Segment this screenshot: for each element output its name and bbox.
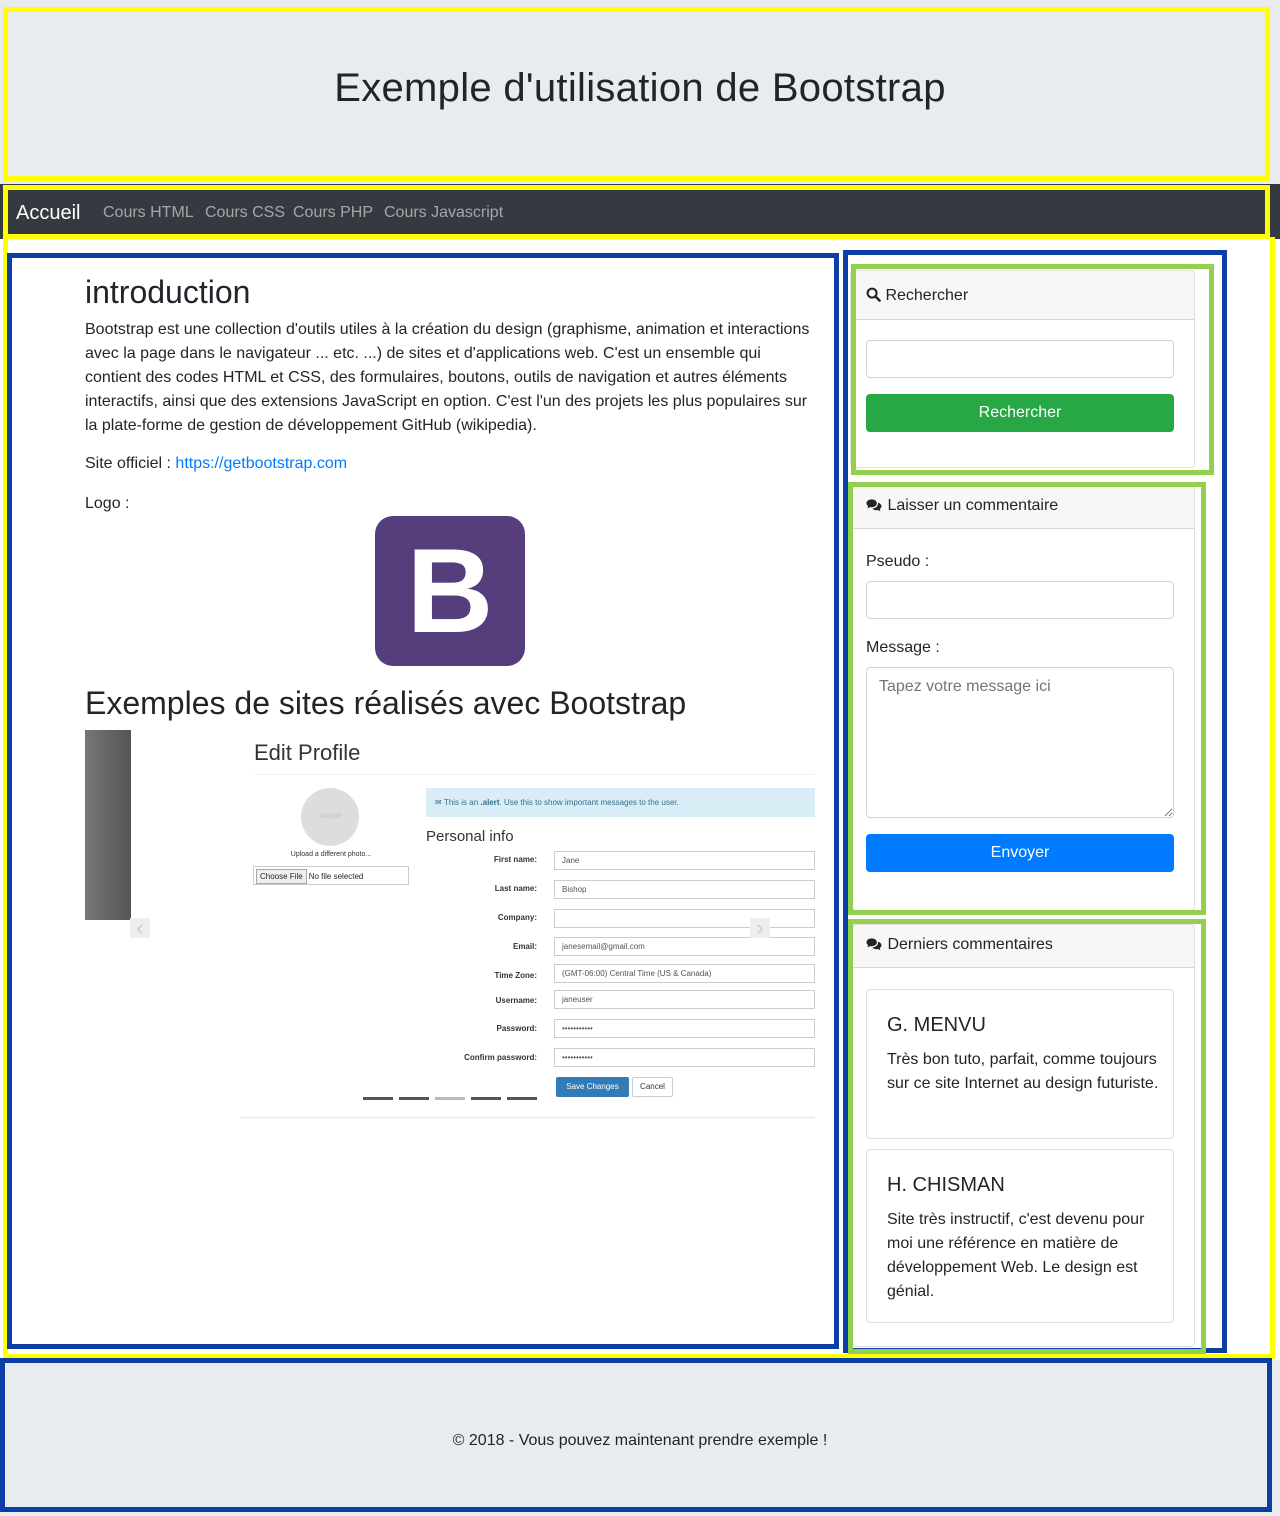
slide-personal-info-heading: Personal info xyxy=(426,828,514,845)
annotation-frame-search xyxy=(851,264,1214,475)
examples-heading: Exemples de sites réalisés avec Bootstra… xyxy=(85,685,687,721)
slide-field-label: Password: xyxy=(496,1024,537,1033)
intro-paragraph: Bootstrap est une collection d'outils ut… xyxy=(85,321,810,434)
annotation-frame-recent-comments xyxy=(848,919,1206,1354)
slide-field-value: ••••••••••• xyxy=(554,1048,815,1067)
slide-file-input: Choose File No file selected xyxy=(253,866,409,885)
slide-file-status: No file selected xyxy=(308,872,364,881)
carousel-previous-slide-edge xyxy=(85,730,131,920)
intro-heading: introduction xyxy=(85,274,251,310)
slide-bottom-edge xyxy=(240,1116,815,1119)
slide-field-value: ••••••••••• xyxy=(554,1019,815,1038)
slide-alert-strong: .alert xyxy=(480,798,500,807)
slide-field-value: janeuser xyxy=(554,990,815,1009)
slide-field-value xyxy=(554,909,815,928)
slide-alert-suffix: . Use this to show important messages to… xyxy=(499,798,679,807)
carousel-indicator[interactable] xyxy=(399,1097,429,1100)
slide-cancel-button: Cancel xyxy=(632,1077,673,1097)
carousel-next-icon[interactable]: › xyxy=(750,917,770,939)
official-site-line: Site officiel : https://getbootstrap.com xyxy=(85,455,347,473)
carousel-indicator[interactable] xyxy=(507,1097,537,1100)
official-site-label: Site officiel : xyxy=(85,455,176,472)
slide-choose-file-button: Choose File xyxy=(256,869,307,884)
logo-label: Logo : xyxy=(85,495,130,512)
slide-field-label: Confirm password: xyxy=(464,1053,537,1062)
bootstrap-logo: B xyxy=(375,516,525,666)
carousel-prev-icon[interactable]: ‹ xyxy=(130,917,150,939)
carousel-indicator[interactable] xyxy=(471,1097,501,1100)
slide-field-label: Email: xyxy=(512,942,537,951)
slide-field-label: First name: xyxy=(493,855,537,864)
slide-field-label: Last name: xyxy=(494,884,537,893)
slide-field-label: Username: xyxy=(495,996,537,1005)
carousel-indicator[interactable] xyxy=(363,1097,393,1100)
slide-divider xyxy=(254,774,814,775)
slide-alert-prefix: This is an xyxy=(443,798,481,807)
carousel-indicator-active[interactable] xyxy=(435,1097,465,1100)
slide-upload-text: Upload a different photo... xyxy=(290,851,372,858)
annotation-frame-comment-form xyxy=(848,482,1206,915)
carousel-slide-image: Edit Profile 100x100 Upload a different … xyxy=(240,730,815,1120)
slide-save-button: Save Changes xyxy=(556,1077,629,1097)
annotation-frame-footer xyxy=(0,1358,1272,1512)
slide-avatar: 100x100 xyxy=(301,788,359,846)
slide-field-label: Company: xyxy=(497,913,537,922)
slide-field-value: Bishop xyxy=(554,880,815,899)
annotation-frame-navbar xyxy=(3,185,1270,239)
slide-field-value: (GMT-06:00) Central Time (US & Canada) xyxy=(554,964,815,983)
annotation-frame-header xyxy=(3,7,1270,181)
slide-title: Edit Profile xyxy=(254,740,361,765)
official-site-link[interactable]: https://getbootstrap.com xyxy=(175,455,347,472)
slide-field-value: janesemail@gmail.com xyxy=(554,937,815,956)
slide-alert: ✉ This is an .alert. Use this to show im… xyxy=(426,788,815,817)
slide-field-value: Jane xyxy=(554,851,815,870)
slide-field-label: Time Zone: xyxy=(494,971,537,980)
